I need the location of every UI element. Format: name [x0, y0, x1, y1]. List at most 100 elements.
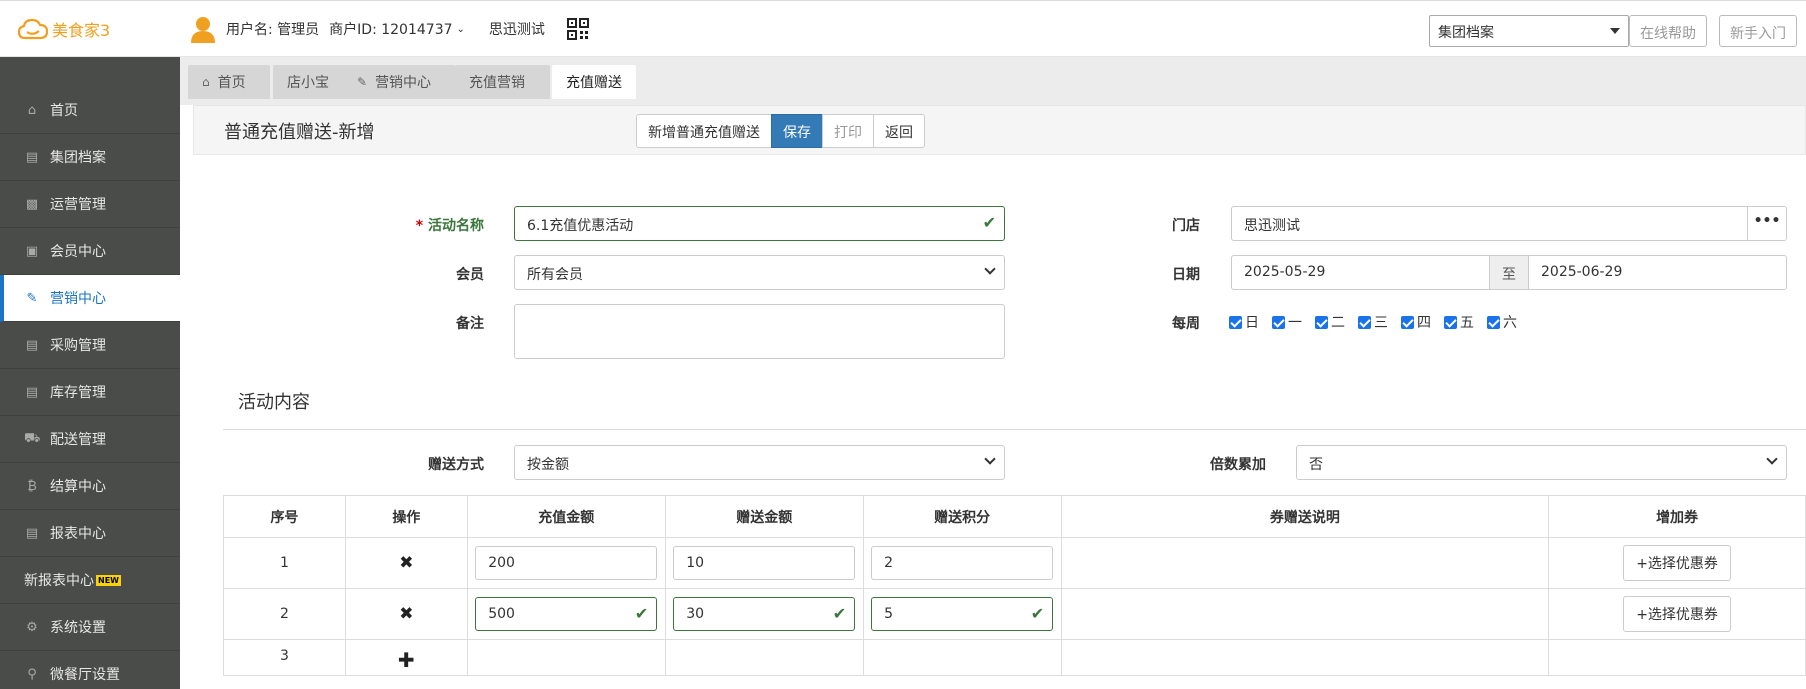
weekday-thu[interactable]: 四	[1401, 312, 1431, 332]
empty-cell	[664, 639, 864, 676]
gift-mode-select[interactable]: 按金额	[514, 445, 1005, 480]
tab-label: 充值赠送	[566, 75, 622, 91]
checkbox-checked-icon[interactable]	[1315, 315, 1328, 329]
sidebar-item-delivery[interactable]: ⛟ 配送管理	[0, 416, 180, 463]
tab-recharge-gift[interactable]: 充值赠送	[552, 65, 636, 99]
date-to-field[interactable]: 2025-06-29	[1528, 255, 1787, 290]
multiple-accumulate-value: 否	[1309, 457, 1323, 473]
note-textarea[interactable]	[514, 304, 1005, 359]
sidebar-item-home[interactable]: ⌂ 首页	[0, 87, 180, 134]
cutlery-icon: ⚲	[27, 666, 37, 682]
user-avatar-icon[interactable]	[190, 15, 216, 43]
member-select[interactable]: 所有会员	[514, 255, 1005, 290]
weekday-tue[interactable]: 二	[1315, 312, 1345, 332]
weekday-wed[interactable]: 三	[1358, 312, 1388, 332]
edit-icon: ✎	[357, 75, 368, 89]
tab-marketing-center[interactable]: ✎ 营销中心	[343, 65, 455, 99]
sidebar-item-label: 库存管理	[50, 385, 106, 401]
archive-select[interactable]: 集团档案	[1429, 15, 1629, 47]
empty-cell	[466, 639, 666, 676]
recharge-amount-input[interactable]: 200	[475, 546, 658, 580]
tab-recharge-marketing[interactable]: 充值营销	[455, 65, 550, 99]
merchant-dropdown[interactable]: 商户ID: 12014737	[329, 19, 452, 39]
logo[interactable]: 美食家3	[18, 17, 110, 41]
checkbox-checked-icon[interactable]	[1401, 315, 1414, 329]
checkbox-checked-icon[interactable]	[1358, 315, 1371, 329]
gift-points-input[interactable]: 5 ✔	[871, 597, 1054, 631]
sidebar: ⌂ 首页 ▤ 集团档案 ▩ 运营管理 ▣ 会员中心 ✎ 营销中心 ▤ 采购管理 ▤ 库存管理 …	[0, 57, 180, 689]
activity-name-field[interactable]: 6.1充值优惠活动 ✔	[514, 206, 1005, 241]
sidebar-item-system-settings[interactable]: ⚙ 系统设置	[0, 604, 180, 651]
check-icon: ✔	[982, 213, 996, 232]
weekday-label: 五	[1460, 315, 1474, 331]
tab-label: 首页	[217, 75, 246, 91]
checkbox-checked-icon[interactable]	[1229, 315, 1242, 329]
back-button[interactable]: 返回	[873, 114, 925, 148]
plus-icon[interactable]: ✚	[398, 648, 415, 672]
close-icon[interactable]: ✖	[399, 604, 413, 624]
sidebar-item-members[interactable]: ▣ 会员中心	[0, 228, 180, 275]
coupon-note	[1060, 537, 1550, 589]
truck-icon: ⛟	[24, 430, 41, 446]
sidebar-item-operations[interactable]: ▩ 运营管理	[0, 181, 180, 228]
note-label: 备注	[456, 316, 484, 332]
save-button[interactable]: 保存	[771, 114, 823, 148]
column-header: 充值金额	[466, 495, 666, 538]
sidebar-item-label: 新报表中心	[24, 573, 94, 589]
sidebar-item-settlement[interactable]: ₿ 结算中心	[0, 463, 180, 510]
store-field[interactable]: 思迅测试	[1231, 206, 1748, 241]
new-recharge-gift-button[interactable]: 新增普通充值赠送	[636, 114, 772, 148]
gears-icon: ⚙	[26, 619, 38, 635]
sidebar-item-purchasing[interactable]: ▤ 采购管理	[0, 322, 180, 369]
qr-code-icon[interactable]	[566, 18, 589, 40]
chevron-down-icon	[984, 263, 996, 275]
sidebar-item-group-archive[interactable]: ▤ 集团档案	[0, 134, 180, 181]
select-coupon-button[interactable]: +选择优惠券	[1623, 596, 1731, 632]
delete-row-cell: ✖	[344, 537, 468, 589]
check-icon: ✔	[1030, 604, 1045, 623]
recharge-amount-input[interactable]: 500 ✔	[475, 597, 658, 631]
sidebar-item-reports[interactable]: ▤ 报表中心	[0, 510, 180, 557]
store-name: 思迅测试	[488, 22, 545, 38]
chevron-down-icon[interactable]: ⌄	[457, 24, 465, 35]
weekday-label: 二	[1331, 315, 1345, 331]
multiple-accumulate-select[interactable]: 否	[1296, 445, 1787, 480]
file-icon: ▤	[25, 149, 39, 165]
input-value: 500	[488, 606, 515, 622]
recharge-cell: 500 ✔	[466, 588, 666, 640]
date-from-field[interactable]: 2025-05-29	[1231, 255, 1490, 290]
online-help-button[interactable]: 在线帮助	[1629, 15, 1707, 47]
checkbox-checked-icon[interactable]	[1272, 315, 1285, 329]
gift-points-input[interactable]: 2	[871, 546, 1054, 580]
store-more-button[interactable]: •••	[1747, 206, 1787, 241]
gift-amount-input[interactable]: 30 ✔	[673, 597, 856, 631]
sidebar-item-inventory[interactable]: ▤ 库存管理	[0, 369, 180, 416]
beginner-guide-button[interactable]: 新手入门	[1719, 15, 1797, 47]
empty-cell	[1060, 639, 1550, 676]
weekday-mon[interactable]: 一	[1272, 312, 1302, 332]
column-header: 赠送金额	[664, 495, 864, 538]
close-icon[interactable]: ✖	[399, 553, 413, 573]
sidebar-item-label: 微餐厅设置	[50, 667, 120, 683]
print-button[interactable]: 打印	[822, 114, 874, 148]
user-info: 用户名: 管理员 商户ID: 12014737 ⌄ 思迅测试	[190, 15, 589, 43]
sidebar-item-new-reports[interactable]: 新报表中心 NEW	[0, 557, 180, 604]
weekday-fri[interactable]: 五	[1444, 312, 1474, 332]
coupon-note	[1060, 588, 1550, 640]
tab-dianxiaobao[interactable]: 店小宝	[273, 65, 351, 99]
tab-label: 充值营销	[469, 75, 525, 91]
tab-home[interactable]: ⌂ 首页	[188, 65, 270, 99]
weekday-sat[interactable]: 六	[1487, 312, 1517, 332]
weekday-sun[interactable]: 日	[1229, 312, 1259, 332]
select-coupon-button[interactable]: +选择优惠券	[1623, 545, 1731, 581]
checkbox-checked-icon[interactable]	[1444, 315, 1457, 329]
sidebar-item-micro-restaurant[interactable]: ⚲ 微餐厅设置	[0, 651, 180, 689]
column-header: 券赠送说明	[1060, 495, 1550, 538]
file-icon: ▤	[25, 384, 39, 400]
sidebar-item-marketing[interactable]: ✎ 营销中心	[0, 275, 180, 322]
weekly-label: 每周	[1172, 316, 1200, 332]
column-header: 赠送积分	[862, 495, 1062, 538]
activity-name-value: 6.1充值优惠活动	[527, 218, 634, 234]
gift-amount-input[interactable]: 10	[673, 546, 856, 580]
checkbox-checked-icon[interactable]	[1487, 315, 1500, 329]
